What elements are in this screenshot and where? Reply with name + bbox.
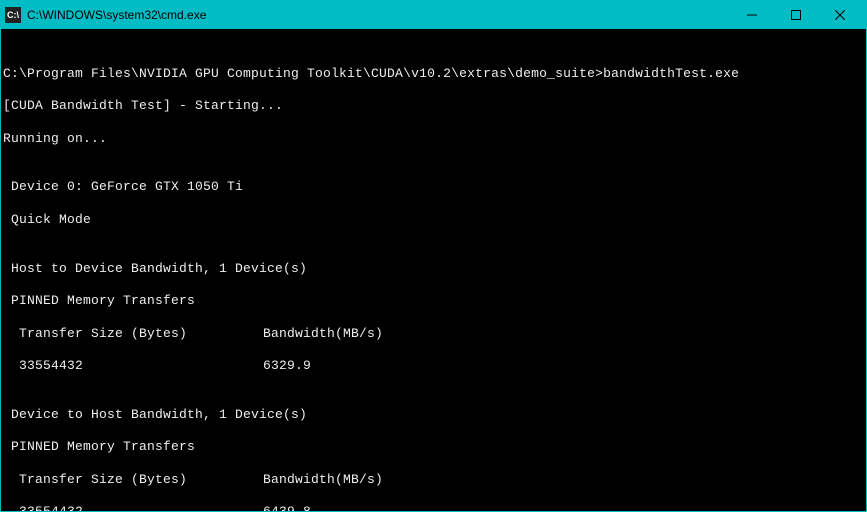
bandwidth-value: 6439.8 <box>263 504 866 511</box>
output-line: Host to Device Bandwidth, 1 Device(s) <box>3 261 866 277</box>
col-transfer-size: Transfer Size (Bytes) <box>3 326 263 342</box>
output-line: Device 0: GeForce GTX 1050 Ti <box>3 179 866 195</box>
output-line: Device to Host Bandwidth, 1 Device(s) <box>3 407 866 423</box>
maximize-button[interactable] <box>774 1 818 29</box>
terminal-output[interactable]: C:\Program Files\NVIDIA GPU Computing To… <box>1 29 866 511</box>
output-line: [CUDA Bandwidth Test] - Starting... <box>3 98 866 114</box>
output-line: PINNED Memory Transfers <box>3 293 866 309</box>
window-titlebar: C:\ C:\WINDOWS\system32\cmd.exe <box>1 1 866 29</box>
window-title: C:\WINDOWS\system32\cmd.exe <box>27 8 730 22</box>
command-text: bandwidthTest.exe <box>603 66 739 81</box>
table-row: 335544326439.8 <box>3 504 866 511</box>
prompt-path: C:\Program Files\NVIDIA GPU Computing To… <box>3 66 603 81</box>
bandwidth-value: 6329.9 <box>263 358 866 374</box>
table-header: Transfer Size (Bytes)Bandwidth(MB/s) <box>3 326 866 342</box>
cmd-icon: C:\ <box>5 7 21 23</box>
col-bandwidth: Bandwidth(MB/s) <box>263 472 866 488</box>
output-line: Running on... <box>3 131 866 147</box>
col-bandwidth: Bandwidth(MB/s) <box>263 326 866 342</box>
maximize-icon <box>791 10 801 20</box>
minimize-button[interactable] <box>730 1 774 29</box>
close-button[interactable] <box>818 1 862 29</box>
cmd-icon-text: C:\ <box>7 10 19 20</box>
prompt-line: C:\Program Files\NVIDIA GPU Computing To… <box>3 66 866 82</box>
transfer-size-value: 33554432 <box>3 504 263 511</box>
close-icon <box>835 10 845 20</box>
output-line: PINNED Memory Transfers <box>3 439 866 455</box>
minimize-icon <box>747 10 757 20</box>
transfer-size-value: 33554432 <box>3 358 263 374</box>
table-header: Transfer Size (Bytes)Bandwidth(MB/s) <box>3 472 866 488</box>
window-controls <box>730 1 862 29</box>
table-row: 335544326329.9 <box>3 358 866 374</box>
output-line: Quick Mode <box>3 212 866 228</box>
col-transfer-size: Transfer Size (Bytes) <box>3 472 263 488</box>
